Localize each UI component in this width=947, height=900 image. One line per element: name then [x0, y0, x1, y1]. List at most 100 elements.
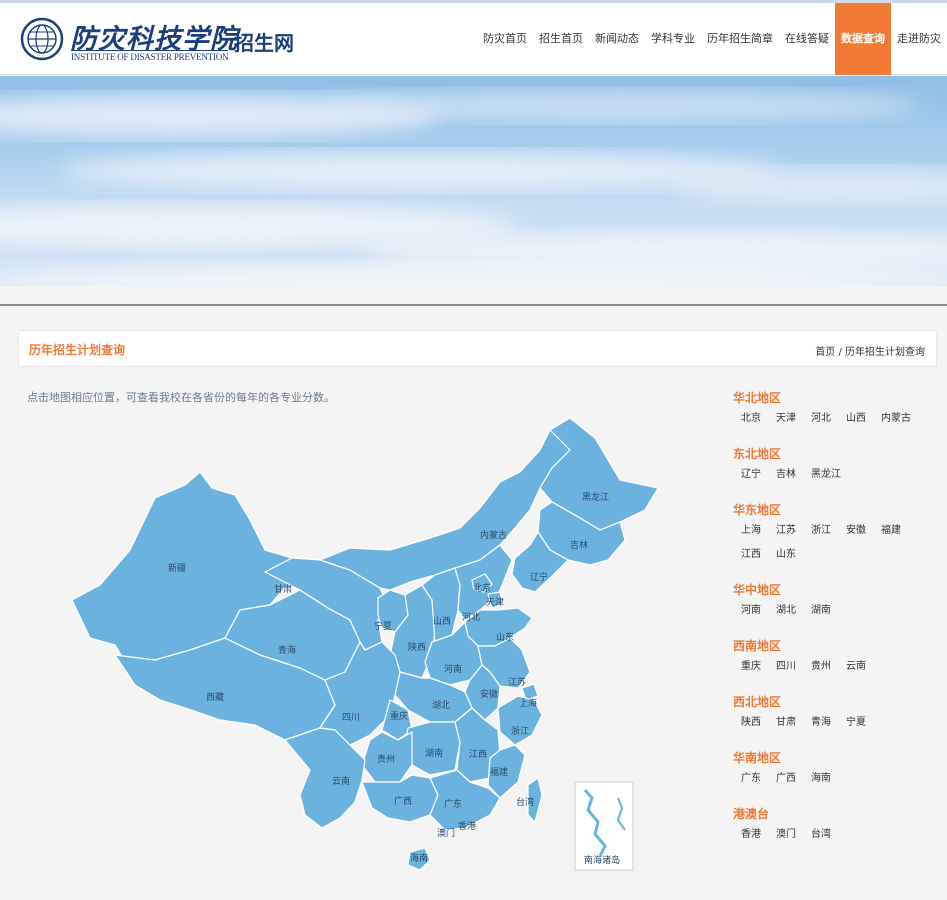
province-link-hebei[interactable]: 河北 — [811, 411, 846, 435]
china-province-map[interactable]: 新疆 西藏 青海 甘肃 内蒙古 黑龙江 吉林 辽宁 北京 天津 河北 山西 宁夏… — [60, 410, 680, 880]
region-northeast: 东北地区 辽宁 吉林 黑龙江 — [733, 445, 938, 491]
province-link-liaoning[interactable]: 辽宁 — [741, 467, 776, 491]
map-label-yunnan: 云南 — [332, 775, 350, 787]
region-north: 华北地区 北京 天津 河北 山西 内蒙古 — [733, 389, 938, 435]
map-label-guangxi: 广西 — [394, 795, 412, 807]
province-link-beijing[interactable]: 北京 — [741, 411, 776, 435]
province-link-tianjin[interactable]: 天津 — [776, 411, 811, 435]
map-label-hongkong: 香港 — [458, 820, 476, 832]
province-link-sichuan[interactable]: 四川 — [776, 659, 811, 683]
map-label-heilongjiang: 黑龙江 — [582, 491, 609, 503]
map-label-inner-mongolia: 内蒙古 — [480, 529, 507, 541]
map-label-jilin: 吉林 — [570, 539, 588, 551]
province-link-yunnan[interactable]: 云南 — [846, 659, 881, 683]
breadcrumb[interactable]: 首页 / 历年招生计划查询 — [815, 343, 925, 358]
main-nav: 防灾首页 招生首页 新闻动态 学科专业 历年招生简章 在线答疑 数据查询 走进防… — [477, 3, 947, 75]
province-link-taiwan[interactable]: 台湾 — [811, 827, 846, 851]
map-label-liaoning: 辽宁 — [530, 571, 548, 583]
logo-title-en: INSTITUTE OF DISASTER PREVENTION — [71, 50, 229, 62]
province-link-jiangsu[interactable]: 江苏 — [776, 523, 811, 547]
province-link-guangdong[interactable]: 广东 — [741, 771, 776, 795]
logo-subtitle: 招生网 — [234, 31, 294, 55]
region-northwest: 西北地区 陕西 甘肃 青海 宁夏 — [733, 693, 938, 739]
map-label-hebei: 河北 — [462, 611, 480, 623]
map-label-hunan: 湖南 — [425, 747, 443, 759]
province-link-shanxi[interactable]: 山西 — [846, 411, 881, 435]
region-title: 华东地区 — [733, 503, 782, 517]
nav-item-home[interactable]: 防灾首页 — [477, 3, 533, 75]
map-label-anhui: 安徽 — [480, 688, 498, 700]
region-title: 华中地区 — [733, 583, 782, 597]
map-label-guizhou: 贵州 — [377, 753, 395, 765]
page-title: 历年招生计划查询 — [29, 343, 126, 357]
province-link-hainan[interactable]: 海南 — [811, 771, 846, 795]
map-label-qinghai: 青海 — [278, 644, 296, 656]
map-label-jiangsu: 江苏 — [508, 676, 526, 688]
province-link-shaanxi[interactable]: 陕西 — [741, 715, 776, 739]
province-link-chongqing[interactable]: 重庆 — [741, 659, 776, 683]
map-label-henan: 河南 — [444, 663, 462, 675]
province-link-heilongjiang[interactable]: 黑龙江 — [811, 467, 856, 491]
province-link-jilin[interactable]: 吉林 — [776, 467, 811, 491]
map-label-macau: 澳门 — [437, 827, 455, 839]
map-label-beijing: 北京 — [473, 582, 491, 594]
province-link-gansu[interactable]: 甘肃 — [776, 715, 811, 739]
province-link-fujian[interactable]: 福建 — [881, 523, 916, 547]
map-label-shanghai: 上海 — [519, 697, 537, 709]
map-label-hubei: 湖北 — [432, 700, 450, 711]
province-link-jiangxi[interactable]: 江西 — [741, 547, 776, 571]
map-label-hainan: 海南 — [410, 852, 428, 864]
map-label-shanxi: 山西 — [433, 616, 451, 627]
page-title-bar: 历年招生计划查询 首页 / 历年招生计划查询 — [18, 330, 937, 367]
region-title: 东北地区 — [733, 447, 782, 461]
region-southwest: 西南地区 重庆 四川 贵州 云南 — [733, 637, 938, 683]
map-label-sichuan: 四川 — [342, 713, 360, 723]
region-south: 华南地区 广东 广西 海南 — [733, 749, 938, 795]
map-label-shaanxi: 陕西 — [408, 641, 426, 653]
map-label-shandong: 山东 — [496, 631, 514, 643]
sky-banner — [0, 76, 947, 286]
nav-item-data-query[interactable]: 数据查询 — [835, 3, 891, 75]
college-emblem-icon — [20, 17, 64, 61]
province-link-anhui[interactable]: 安徽 — [846, 523, 881, 547]
region-east: 华东地区 上海 江苏 浙江 安徽 福建 江西 山东 — [733, 501, 938, 571]
map-label-chongqing: 重庆 — [390, 710, 408, 722]
province-link-inner-mongolia[interactable]: 内蒙古 — [881, 411, 926, 435]
province-link-zhejiang[interactable]: 浙江 — [811, 523, 846, 547]
region-title: 西北地区 — [733, 695, 782, 709]
map-label-ningxia: 宁夏 — [374, 620, 392, 632]
section-divider — [0, 304, 947, 306]
province-link-shanghai[interactable]: 上海 — [741, 523, 776, 547]
map-label-tibet: 西藏 — [206, 691, 224, 703]
nav-item-majors[interactable]: 学科专业 — [645, 3, 701, 75]
map-label-gansu: 甘肃 — [274, 583, 292, 595]
province-link-guangxi[interactable]: 广西 — [776, 771, 811, 795]
region-list: 华北地区 北京 天津 河北 山西 内蒙古 东北地区 辽宁 吉林 黑龙江 华东地区… — [733, 389, 938, 861]
map-label-xinjiang: 新疆 — [168, 562, 186, 574]
map-instructions: 点击地图相应位置，可查看我校在各省份的每年的各专业分数。 — [27, 391, 335, 404]
map-label-fujian: 福建 — [490, 766, 508, 778]
banner-clouds — [0, 90, 947, 286]
province-link-macau[interactable]: 澳门 — [776, 827, 811, 851]
nav-item-qa[interactable]: 在线答疑 — [779, 3, 835, 75]
nav-item-news[interactable]: 新闻动态 — [589, 3, 645, 75]
province-link-hunan[interactable]: 湖南 — [811, 603, 846, 627]
province-link-henan[interactable]: 河南 — [741, 603, 776, 627]
province-link-hongkong[interactable]: 香港 — [741, 827, 776, 851]
nav-item-brochures[interactable]: 历年招生简章 — [701, 3, 779, 75]
region-central: 华中地区 河南 湖北 湖南 — [733, 581, 938, 627]
province-link-qinghai[interactable]: 青海 — [811, 715, 846, 739]
map-label-tianjin: 天津 — [486, 597, 504, 608]
nav-item-admissions-home[interactable]: 招生首页 — [533, 3, 589, 75]
nav-item-about[interactable]: 走进防灾 — [891, 3, 947, 75]
province-link-guizhou[interactable]: 贵州 — [811, 659, 846, 683]
region-title: 西南地区 — [733, 639, 782, 653]
site-header: 防灾科技学院 INSTITUTE OF DISASTER PREVENTION … — [0, 3, 947, 75]
province-link-ningxia[interactable]: 宁夏 — [846, 715, 881, 739]
site-logo[interactable]: 防灾科技学院 INSTITUTE OF DISASTER PREVENTION … — [20, 15, 320, 63]
region-title: 华北地区 — [733, 391, 782, 405]
province-link-shandong[interactable]: 山东 — [776, 547, 811, 571]
map-label-zhejiang: 浙江 — [511, 725, 529, 737]
province-link-hubei[interactable]: 湖北 — [776, 603, 811, 627]
map-label-taiwan: 台湾 — [516, 796, 534, 808]
